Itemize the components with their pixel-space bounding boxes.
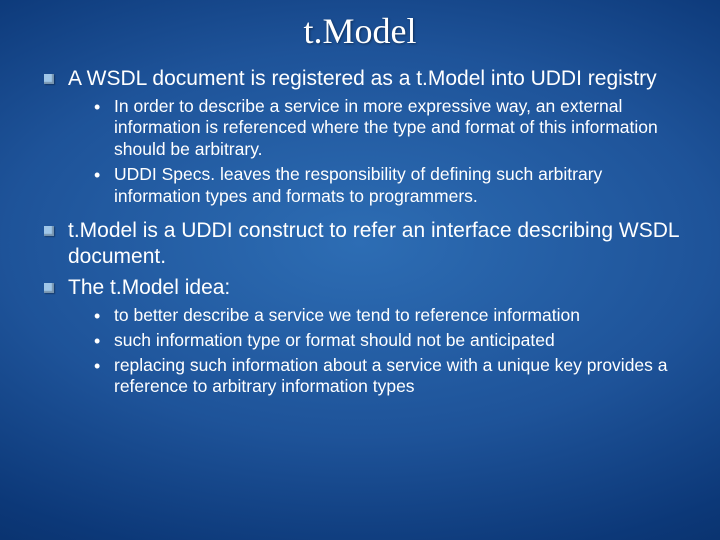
- sub-list-item: In order to describe a service in more e…: [94, 96, 682, 162]
- list-item: t.Model is a UDDI construct to refer an …: [38, 218, 682, 269]
- list-item: The t.Model idea: to better describe a s…: [38, 275, 682, 398]
- sub-list-item: to better describe a service we tend to …: [94, 305, 682, 327]
- bullet-text: t.Model is a UDDI construct to refer an …: [68, 219, 679, 268]
- sub-bullet-text: replacing such information about a servi…: [114, 355, 668, 397]
- sub-list-item: replacing such information about a servi…: [94, 355, 682, 399]
- slide: t.Model A WSDL document is registered as…: [0, 0, 720, 540]
- list-item: A WSDL document is registered as a t.Mod…: [38, 66, 682, 208]
- sub-list-item: UDDI Specs. leaves the responsibility of…: [94, 164, 682, 208]
- bullet-list: A WSDL document is registered as a t.Mod…: [38, 66, 682, 398]
- sub-bullet-text: to better describe a service we tend to …: [114, 305, 580, 325]
- sub-bullet-text: In order to describe a service in more e…: [114, 96, 658, 160]
- sub-list: In order to describe a service in more e…: [68, 96, 682, 208]
- bullet-text: A WSDL document is registered as a t.Mod…: [68, 67, 657, 90]
- slide-title: t.Model: [38, 0, 682, 66]
- sub-bullet-text: UDDI Specs. leaves the responsibility of…: [114, 164, 602, 206]
- sub-bullet-text: such information type or format should n…: [114, 330, 555, 350]
- bullet-text: The t.Model idea:: [68, 276, 230, 299]
- sub-list-item: such information type or format should n…: [94, 330, 682, 352]
- sub-list: to better describe a service we tend to …: [68, 305, 682, 399]
